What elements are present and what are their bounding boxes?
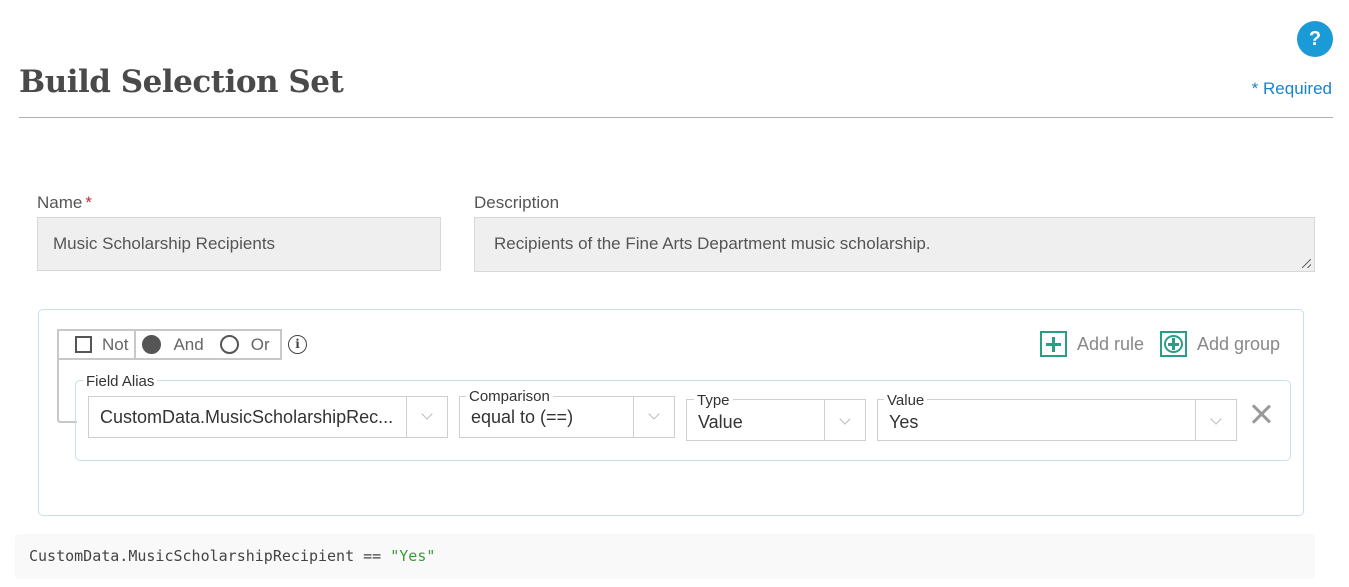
group-bracket	[57, 358, 77, 423]
resize-grip-icon[interactable]	[1302, 259, 1311, 268]
checkbox-icon	[75, 336, 92, 353]
value-label: Value	[884, 393, 928, 408]
comparison-value: equal to (==)	[471, 407, 574, 427]
required-asterisk: *	[85, 193, 92, 212]
or-option[interactable]: Or	[214, 331, 280, 358]
add-group-label: Add group	[1197, 333, 1281, 354]
chevron-down-icon[interactable]	[421, 408, 433, 420]
and-label: And	[173, 334, 204, 354]
name-label-text: Name	[37, 193, 83, 212]
description-label: Description	[474, 193, 560, 212]
required-note: * Required	[1251, 79, 1332, 98]
comparison-label: Comparison	[466, 389, 553, 404]
info-icon[interactable]: i	[288, 335, 307, 354]
description-text: Recipients of the Fine Arts Department m…	[494, 234, 931, 253]
title-divider	[19, 117, 1333, 118]
expression-preview: CustomData.MusicScholarshipRecipient == …	[15, 534, 1315, 579]
chevron-down-icon[interactable]	[648, 408, 660, 420]
expression-lhs: CustomData.MusicScholarshipRecipient ==	[29, 547, 391, 565]
chevron-down-icon[interactable]	[1210, 413, 1222, 425]
value-select[interactable]: Yes	[877, 399, 1237, 441]
expression-string-literal: "Yes"	[390, 547, 436, 565]
radio-selected-icon	[142, 335, 162, 354]
type-value: Value	[698, 412, 743, 432]
value-value: Yes	[889, 412, 919, 432]
and-option[interactable]: And	[136, 331, 213, 358]
plus-circle-icon	[1160, 331, 1187, 357]
not-label: Not	[102, 334, 129, 354]
remove-rule-icon[interactable]	[1250, 400, 1272, 426]
help-button[interactable]: ?	[1297, 21, 1333, 57]
plus-square-icon	[1040, 331, 1067, 357]
field-alias-label: Field Alias	[83, 374, 158, 389]
add-rule-label: Add rule	[1077, 333, 1145, 354]
chevron-down-icon[interactable]	[839, 413, 851, 425]
field-alias-select[interactable]: CustomData.MusicScholarshipRec...	[88, 396, 448, 438]
not-toggle[interactable]: Not	[59, 331, 137, 358]
combinator-selector: Not And Or	[57, 329, 282, 360]
name-label: Name *	[37, 193, 92, 213]
name-input[interactable]: Music Scholarship Recipients	[37, 217, 441, 271]
add-group-button[interactable]: Add group	[1160, 331, 1280, 357]
field-alias-value: CustomData.MusicScholarshipRec...	[100, 407, 394, 427]
page-title: Build Selection Set	[19, 64, 344, 100]
add-rule-button[interactable]: Add rule	[1040, 331, 1144, 357]
radio-unselected-icon	[219, 335, 239, 354]
description-textarea[interactable]: Recipients of the Fine Arts Department m…	[474, 217, 1315, 272]
type-label: Type	[694, 393, 733, 408]
or-label: Or	[250, 334, 270, 354]
